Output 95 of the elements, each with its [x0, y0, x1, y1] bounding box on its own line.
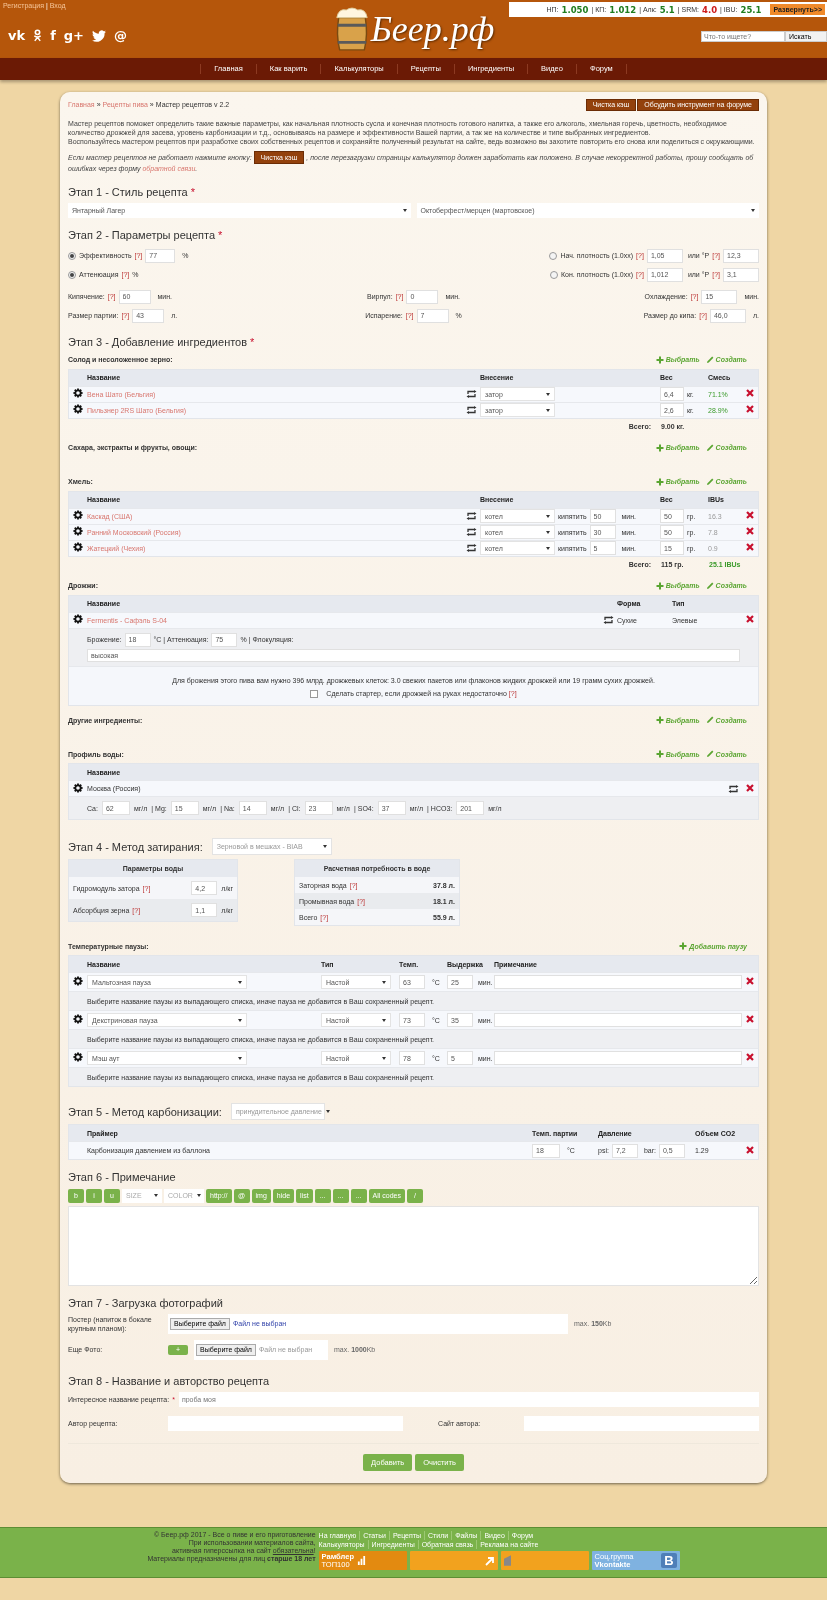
- caret-icon: [546, 546, 550, 550]
- caret-icon: [546, 514, 550, 518]
- repeat-icon[interactable]: [466, 406, 477, 415]
- stage-title: Этап 1 - Стиль рецепта: [68, 184, 188, 200]
- plus-icon: [655, 581, 664, 590]
- stage-title: Этап 2 - Параметры рецепта: [68, 228, 216, 243]
- gear-icon[interactable]: [73, 614, 83, 625]
- delete-icon[interactable]: [746, 527, 754, 536]
- stat-value: 4.0: [702, 4, 718, 15]
- repeat-icon[interactable]: [466, 512, 477, 521]
- plus-icon: [655, 750, 664, 759]
- stage-title: Этап 4 - Метод затирания:: [68, 839, 203, 854]
- repeat-icon[interactable]: [466, 544, 477, 553]
- gear-icon[interactable]: [73, 404, 83, 415]
- repeat-icon[interactable]: [466, 528, 477, 537]
- plus-icon: [679, 942, 688, 951]
- odnoklassniki-icon[interactable]: [33, 29, 43, 43]
- stat-value: 1.012: [609, 4, 637, 15]
- gear-icon[interactable]: [73, 526, 83, 537]
- delete-icon[interactable]: [746, 543, 754, 552]
- bar-chart-icon: [356, 1556, 366, 1566]
- delete-icon[interactable]: [746, 1145, 754, 1154]
- twitter-icon[interactable]: [92, 29, 106, 42]
- arrow-icon: [484, 1555, 495, 1566]
- plus-icon: [655, 716, 664, 725]
- social-link[interactable]: f: [50, 28, 56, 44]
- radio-button[interactable]: [68, 270, 76, 279]
- stage-title: Этап 6 - Примечание: [68, 1170, 176, 1185]
- gear-icon[interactable]: [73, 1052, 83, 1063]
- pencil-icon: [705, 581, 714, 590]
- pencil-icon: [705, 716, 714, 725]
- gear-icon[interactable]: [73, 388, 83, 399]
- caret-icon: [325, 1110, 330, 1114]
- gear-icon[interactable]: [73, 1014, 83, 1025]
- caret-icon: [322, 845, 327, 849]
- plus-icon: [655, 477, 664, 486]
- site-logo[interactable]: Беер.рф: [370, 8, 495, 50]
- gear-icon[interactable]: [73, 976, 83, 987]
- caret-icon: [238, 1018, 242, 1022]
- radio-button[interactable]: [68, 251, 76, 260]
- caret-icon: [546, 408, 550, 412]
- delete-icon[interactable]: [746, 783, 754, 792]
- delete-icon[interactable]: [746, 1015, 754, 1024]
- gear-icon[interactable]: [73, 782, 83, 793]
- delete-icon[interactable]: [746, 405, 754, 414]
- radio-button[interactable]: [549, 251, 558, 260]
- checkbox[interactable]: [310, 690, 319, 699]
- vk-logo: B: [661, 1553, 677, 1569]
- radio-button[interactable]: [550, 270, 558, 279]
- gear-icon[interactable]: [73, 510, 83, 521]
- stage-title: Этап 8 - Название и авторство рецепта: [68, 1373, 270, 1389]
- caret-icon: [196, 1194, 201, 1198]
- input-field[interactable]: [524, 1416, 759, 1432]
- caret-icon: [238, 980, 242, 984]
- caret-icon: [546, 530, 550, 534]
- delete-icon[interactable]: [746, 977, 754, 986]
- repeat-icon[interactable]: [466, 390, 477, 399]
- delete-icon[interactable]: [746, 511, 754, 520]
- stage-title: Этап 7 - Загрузка фотографий: [68, 1295, 223, 1310]
- gear-icon[interactable]: [73, 542, 83, 553]
- input-field[interactable]: [494, 975, 742, 990]
- plus-icon: [655, 355, 664, 364]
- stat-value: 5.1: [659, 4, 675, 15]
- input-field[interactable]: [168, 1416, 403, 1432]
- required-mark: *: [250, 335, 255, 350]
- repeat-icon[interactable]: [603, 616, 614, 625]
- stage-title: Этап 5 - Метод карбонизации:: [68, 1104, 222, 1119]
- note-field[interactable]: [68, 1205, 759, 1286]
- input-field[interactable]: [494, 1051, 742, 1066]
- caret-icon: [382, 1056, 386, 1060]
- stat-value: 1.050: [561, 4, 589, 15]
- pencil-icon: [705, 443, 714, 452]
- delete-icon[interactable]: [746, 615, 754, 624]
- caret-icon: [751, 209, 755, 213]
- pencil-icon: [705, 750, 714, 759]
- caret-icon: [382, 1018, 386, 1022]
- delete-icon[interactable]: [746, 1053, 754, 1062]
- required-mark: *: [190, 184, 195, 200]
- caret-icon: [402, 209, 407, 213]
- delete-icon[interactable]: [746, 389, 754, 398]
- caret-icon: [382, 980, 386, 984]
- pencil-icon: [705, 477, 714, 486]
- social-link[interactable]: g+: [63, 28, 84, 44]
- social-link[interactable]: @: [114, 28, 127, 44]
- required-mark: *: [218, 228, 223, 243]
- plus-icon: [655, 443, 664, 452]
- stage-title: Этап 3 - Добавление ингредиентов: [68, 335, 248, 350]
- caret-icon: [546, 392, 550, 396]
- social-link[interactable]: vk: [8, 28, 26, 44]
- repeat-icon[interactable]: [728, 784, 739, 793]
- stat-value: 25.1: [740, 4, 762, 15]
- caret-icon: [154, 1194, 158, 1198]
- caret-icon: [238, 1056, 242, 1060]
- input-field[interactable]: [494, 1013, 742, 1028]
- pencil-icon: [705, 355, 714, 364]
